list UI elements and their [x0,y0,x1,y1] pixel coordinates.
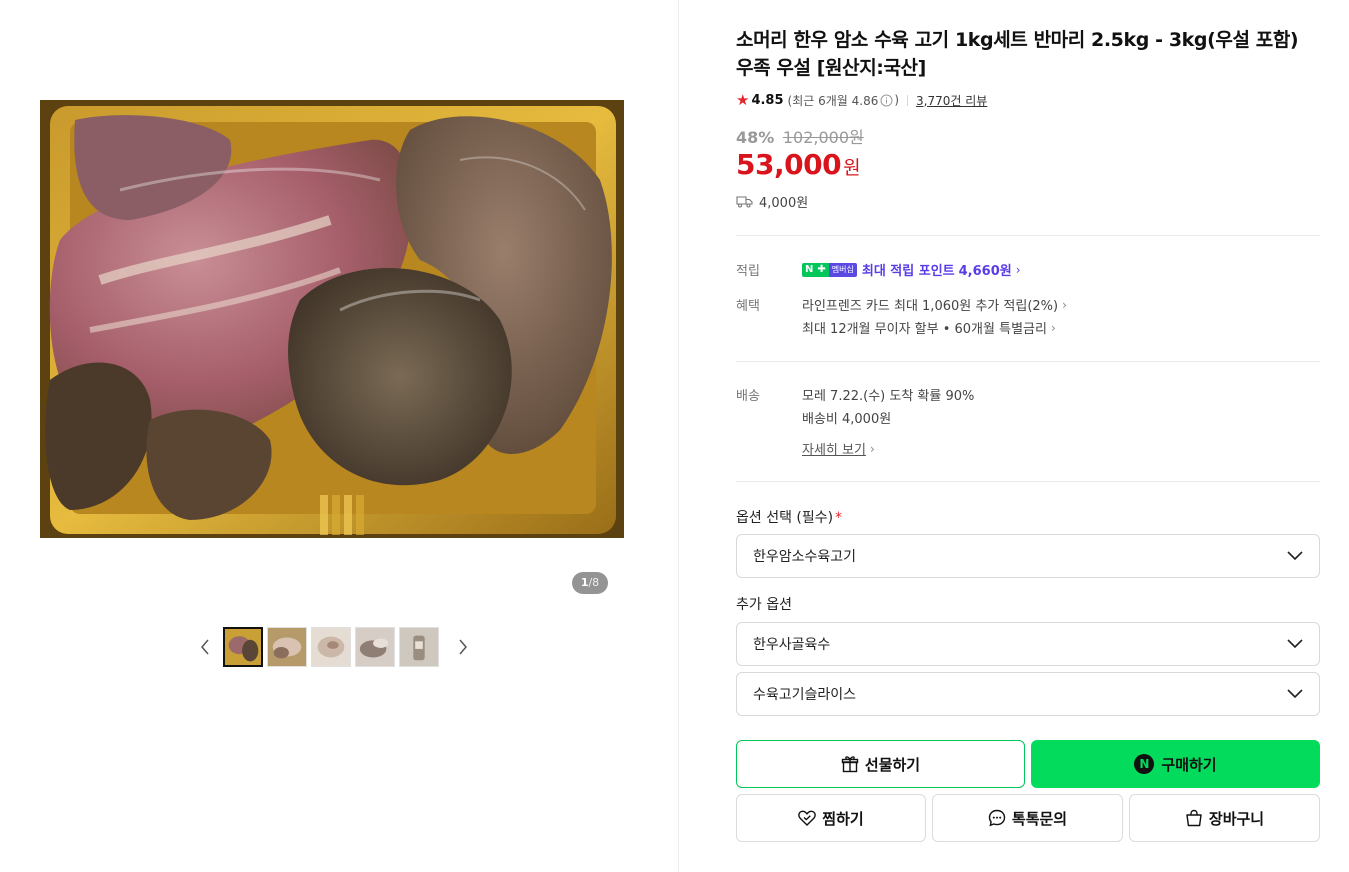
main-product-image[interactable] [40,100,624,538]
buy-button[interactable]: N 구매하기 [1031,740,1320,788]
npay-plus-mark: ✚ [816,262,829,277]
talk-inquiry-button[interactable]: 톡톡문의 [932,794,1123,842]
required-option-select[interactable]: 한우암소수육고기 [736,534,1320,578]
divider [907,94,909,106]
truck-icon [736,196,753,208]
delivery-arrival: 모레 7.22.(수) 도착 확률 90% [802,389,975,404]
chevron-right-icon: › [1050,320,1056,335]
thumbnail-strip [195,626,473,668]
product-title: 소머리 한우 암소 수육 고기 1kg세트 반마리 2.5kg - 3kg(우설… [736,29,1299,79]
points-value: 4,660원 [958,264,1012,279]
card-benefit: 라인프렌즈 카드 최대 1,060원 추가 적립(2%) [802,299,1059,314]
thumbnail-5[interactable] [399,627,439,667]
gift-label: 선물하기 [864,755,921,774]
shopping-bag-icon [1186,809,1202,827]
sale-price-unit: 원 [843,157,861,179]
sale-price-value: 53,000 [736,148,842,181]
counter-total: /8 [588,576,600,589]
chevron-down-icon [1287,551,1303,561]
star-icon: ★ [736,91,750,109]
product-gallery: 1/8 [0,0,679,872]
heart-icon [798,810,817,826]
required-mark: * [835,510,843,526]
npay-n-mark: N [802,262,817,277]
npay-membership-text: 멤버십 [828,262,857,277]
discount-row: 48% 102,000원 [736,124,864,148]
thumbnail-1[interactable] [223,627,263,667]
installment-benefit: 최대 12개월 무이자 할부 • 60개월 특별금리 [802,322,1047,337]
benefit-label: 혜택 [736,299,760,314]
delivery-fee: 배송비 4,000원 [802,412,892,427]
divider [736,481,1320,482]
chat-icon [988,809,1006,827]
extra-option-1-value: 한우사골육수 [753,637,831,653]
next-image-button[interactable] [453,627,473,667]
original-price: 102,000원 [782,128,864,147]
points-label: 적립 [736,264,760,279]
card-benefit-link[interactable]: 라인프렌즈 카드 최대 1,060원 추가 적립(2%) › [802,295,1067,315]
delivery-detail-link[interactable]: 자세히 보기 › [802,439,875,459]
delivery-label: 배송 [736,389,760,404]
recent-rating: (최근 6개월 4.86 [787,93,879,108]
shipping-fee: 4,000원 [759,196,809,211]
delivery-detail-text: 자세히 보기 [802,443,866,458]
thumbnail-3[interactable] [311,627,351,667]
thumbnail-4[interactable] [355,627,395,667]
extra-option-select-1[interactable]: 한우사골육수 [736,622,1320,666]
discount-rate: 48% [736,128,775,147]
review-count-link[interactable]: 3,770건 리뷰 [916,92,987,109]
shipping-fee-row: 4,000원 [736,192,808,211]
sale-price: 53,000 원 [736,148,861,181]
rating-row: ★ 4.85 (최근 6개월 4.86 ) 3,770건 리뷰 [736,91,987,109]
chevron-right-icon: › [1015,262,1021,277]
cart-button[interactable]: 장바구니 [1129,794,1320,842]
divider [736,361,1320,362]
chevron-right-icon: › [1062,297,1067,312]
gift-icon [841,756,859,773]
extra-option-label: 추가 옵션 [736,597,792,613]
wishlist-label: 찜하기 [822,809,864,828]
gift-button[interactable]: 선물하기 [736,740,1025,788]
naver-n-icon: N [1134,754,1155,774]
chevron-left-icon [201,639,209,655]
required-option-label: 옵션 선택 (필수) * [736,507,842,527]
info-icon[interactable] [880,94,893,107]
prev-image-button[interactable] [195,627,215,667]
required-option-value: 한우암소수육고기 [753,549,857,565]
recent-rating-close: ) [894,93,900,107]
cart-label: 장바구니 [1208,809,1265,828]
chevron-right-icon [459,639,467,655]
extra-option-select-2[interactable]: 수육고기슬라이스 [736,672,1320,716]
extra-option-2-value: 수육고기슬라이스 [753,687,857,703]
divider [736,235,1320,236]
npay-membership-badge: N ✚ 멤버십 [802,262,857,277]
points-row[interactable]: N ✚ 멤버십 최대 적립 포인트 4,660원 › [802,260,1021,279]
rating-value: 4.85 [751,92,784,108]
buy-label: 구매하기 [1161,755,1217,774]
required-option-text: 옵션 선택 (필수) [736,510,834,526]
wishlist-button[interactable]: 찜하기 [736,794,926,842]
thumbnail-2[interactable] [267,627,307,667]
chevron-right-icon: › [869,441,875,456]
chevron-down-icon [1287,689,1303,699]
chevron-down-icon [1287,639,1303,649]
image-counter: 1/8 [572,572,608,594]
installment-link[interactable]: 최대 12개월 무이자 할부 • 60개월 특별금리 › [802,318,1056,338]
points-text: 최대 적립 포인트 [861,264,955,279]
talk-inquiry-label: 톡톡문의 [1011,809,1068,828]
